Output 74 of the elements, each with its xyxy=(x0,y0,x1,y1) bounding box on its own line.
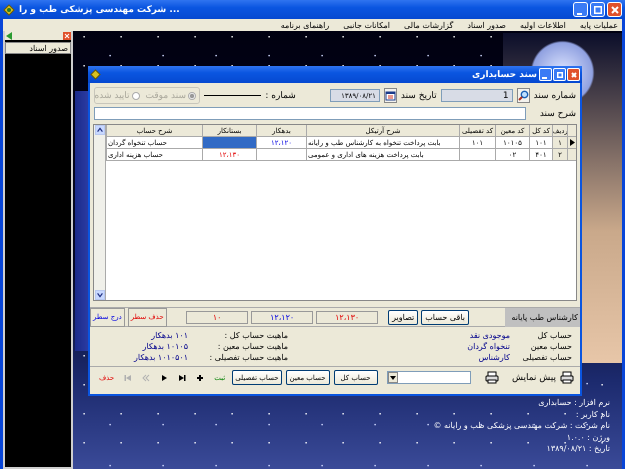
plus-icon xyxy=(196,374,204,382)
info-label: ماهیت حساب تفصیلی : xyxy=(208,353,288,362)
maximize-icon xyxy=(556,72,562,78)
close-button[interactable] xyxy=(567,68,580,81)
info-label: ماهیت حساب معین : xyxy=(216,342,288,351)
info-line: نام کاربر : xyxy=(574,408,610,420)
field-label: شماره : xyxy=(265,90,296,100)
field-label: شرح سند xyxy=(538,108,576,118)
calendar-button[interactable] xyxy=(384,88,397,103)
play-arrow-icon xyxy=(160,374,168,382)
menu-item[interactable]: امکانات جانبی xyxy=(343,20,390,30)
maximize-button[interactable] xyxy=(553,68,566,81)
app-icon xyxy=(3,4,15,16)
info-value: ۱۰۱۰۵ بدهکار xyxy=(141,342,188,351)
total-field: ۱۰ xyxy=(186,310,248,324)
total-field: ۱۲،۱۳۰ xyxy=(316,310,378,324)
info-label: حساب معین xyxy=(530,342,572,351)
side-panel-item[interactable]: صدور اسناد xyxy=(5,42,71,54)
menu-item[interactable]: راهنمای برنامه xyxy=(280,20,330,30)
info-value: ۱۰۱ بدهکار xyxy=(150,331,188,340)
user-label: کارشناس طب پایانه xyxy=(505,308,580,326)
field-label: تاریخ سند xyxy=(400,90,437,100)
description-field[interactable] xyxy=(94,107,526,120)
minimize-button[interactable] xyxy=(539,68,552,81)
caret-icon xyxy=(390,376,396,380)
table-cell xyxy=(256,149,306,161)
menu-item[interactable]: گزارشات مالی xyxy=(404,20,454,30)
maximize-icon xyxy=(594,6,602,14)
menu-item[interactable]: صدور اسناد xyxy=(467,20,506,30)
info-label: حساب کل xyxy=(536,331,572,340)
close-icon xyxy=(610,6,618,14)
info-value: کارشناس xyxy=(478,353,510,362)
document-number-field[interactable]: 1 xyxy=(440,89,513,102)
scroll-up-icon[interactable] xyxy=(95,125,105,135)
maximize-button[interactable] xyxy=(590,2,605,17)
row-pointer-icon xyxy=(570,139,574,146)
skip-to-end-icon xyxy=(178,374,186,382)
scroll-down-icon[interactable] xyxy=(95,290,105,300)
menu-item[interactable]: عملیات پایه xyxy=(580,20,618,30)
double-left-arrow-icon xyxy=(142,374,150,382)
search-button[interactable] xyxy=(516,88,530,103)
back-arrow-icon[interactable] xyxy=(5,32,13,40)
skip-to-start-icon xyxy=(124,374,132,382)
total-field: ۱۲،۱۲۰ xyxy=(251,310,314,324)
minimize-icon xyxy=(576,12,582,14)
preview-label: پیش نمایش xyxy=(512,372,556,382)
printer-icon[interactable] xyxy=(484,371,499,384)
info-value: تنخواه گردان xyxy=(466,342,510,351)
footer-button[interactable]: تصاویر xyxy=(388,310,418,324)
field-label: شماره سند xyxy=(534,90,576,100)
info-value: موجودی نقد xyxy=(468,331,510,340)
info-label: ماهیت حساب کل : xyxy=(224,331,288,340)
search-icon xyxy=(518,90,529,101)
footer-button[interactable]: باقی حساب xyxy=(421,310,469,324)
dropdown-button[interactable] xyxy=(388,372,398,383)
vertical-scrollbar[interactable] xyxy=(94,125,106,300)
app-icon xyxy=(90,69,101,80)
close-button[interactable] xyxy=(607,2,622,17)
dialog-title: سند حسابداری xyxy=(471,70,537,80)
menu-item[interactable]: اطلاعات اولیه xyxy=(520,20,566,30)
window-title: شرکت مهندسی پزشکی طب و را ... xyxy=(19,4,181,14)
printer-icon[interactable] xyxy=(560,371,574,384)
close-icon xyxy=(570,72,576,78)
minimize-icon xyxy=(542,76,546,78)
info-line: نرم افزار : حسابداری xyxy=(537,397,610,408)
info-line: نام شرکت : شرکت مهندسی پزشکی طب و رایانه © xyxy=(434,420,610,432)
info-value: ۱۰۱۰۵۰۱ بدهکار xyxy=(132,353,188,362)
info-line: تاریخ : ۱۳۸۹/۰۸/۲۱ xyxy=(546,443,610,454)
info-line: ورژن : ۱.۰.۰ xyxy=(566,432,610,443)
calendar-icon xyxy=(384,90,396,101)
minimize-button[interactable] xyxy=(573,2,588,17)
info-label: حساب تفصیلی xyxy=(521,353,572,362)
table-cell xyxy=(459,149,495,161)
close-icon[interactable] xyxy=(63,32,71,40)
